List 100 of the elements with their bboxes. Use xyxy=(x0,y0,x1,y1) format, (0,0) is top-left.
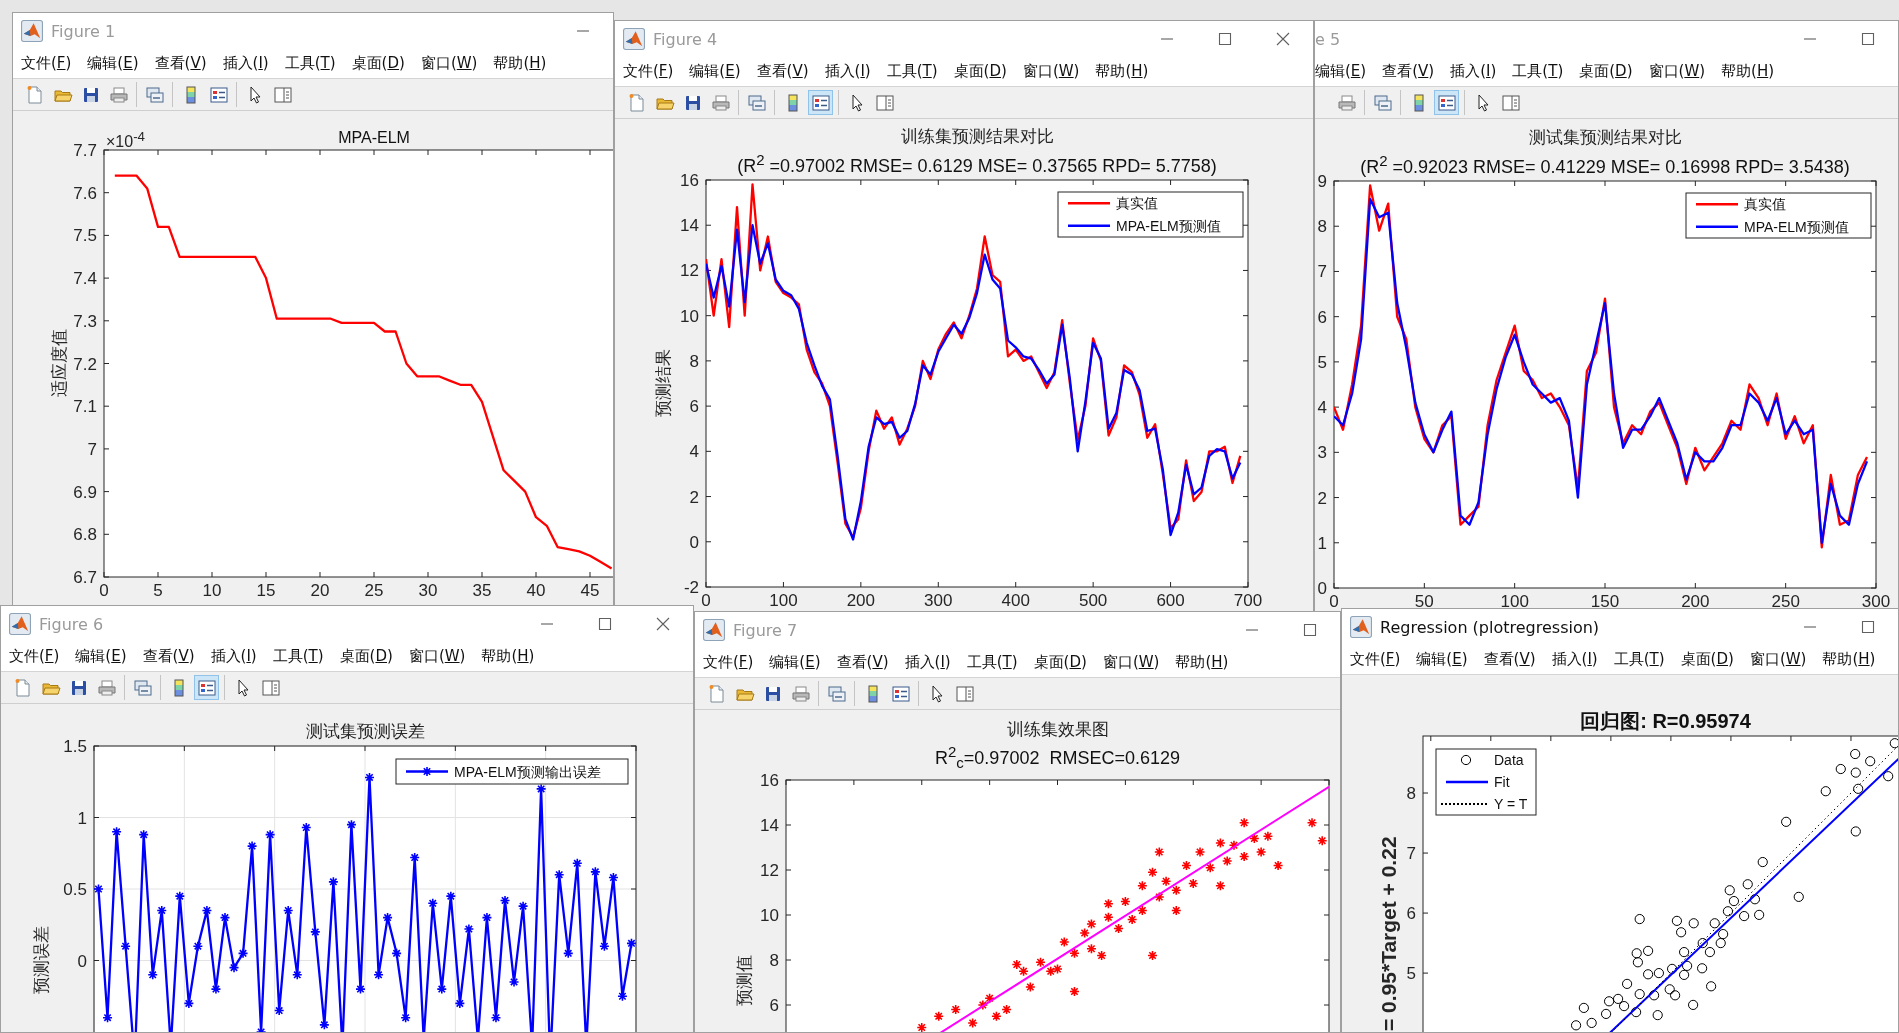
data-point xyxy=(1728,895,1740,907)
minimize-button[interactable] xyxy=(1245,629,1259,631)
data-point xyxy=(1679,969,1690,980)
menu-item[interactable]: 插入(I) xyxy=(210,647,257,666)
data-point xyxy=(1255,846,1267,858)
menu-item[interactable]: 桌面(D) xyxy=(351,54,405,73)
maximize-button[interactable] xyxy=(1861,32,1875,46)
data-point xyxy=(1578,1002,1589,1013)
maximize-button[interactable] xyxy=(1218,32,1232,46)
data-point xyxy=(1850,826,1861,837)
menu-item[interactable]: 帮助(H) xyxy=(481,647,535,666)
menu-item[interactable]: 桌面(D) xyxy=(1680,650,1734,669)
menu-item[interactable]: 查看(V) xyxy=(1382,62,1435,81)
menu-item[interactable]: 窗口(W) xyxy=(1648,62,1706,81)
close-button[interactable] xyxy=(1276,32,1290,46)
maximize-button[interactable] xyxy=(598,617,612,631)
menu-item[interactable]: 桌面(D) xyxy=(1033,653,1087,672)
data-point xyxy=(1570,1020,1582,1031)
menu-item[interactable]: 工具(T) xyxy=(284,54,336,73)
menu-item[interactable]: 帮助(H) xyxy=(1822,650,1876,669)
menu-item[interactable]: 查看(V) xyxy=(154,54,207,73)
menu-item[interactable]: 查看(V) xyxy=(1483,650,1536,669)
minimize-button[interactable] xyxy=(1160,38,1174,40)
tick-label: 200 xyxy=(846,591,876,610)
menu-item[interactable]: 窗口(W) xyxy=(1749,650,1807,669)
legend-icon[interactable] xyxy=(194,675,219,700)
menu-item[interactable]: 文件(F) xyxy=(703,653,754,672)
minimize-button[interactable] xyxy=(540,623,554,625)
axis-label: 适应度值 xyxy=(49,329,69,397)
data-point xyxy=(967,1017,978,1029)
menu-item[interactable]: 文件(F) xyxy=(9,647,60,666)
menu-item[interactable]: 插入(I) xyxy=(222,54,269,73)
minimize-button[interactable] xyxy=(576,30,590,32)
maximize-button[interactable] xyxy=(1861,620,1875,634)
tick-label: 0 xyxy=(689,532,699,552)
menu-item[interactable]: 查看(V) xyxy=(756,62,809,81)
legend-label: Fit xyxy=(1494,774,1510,790)
menu-item[interactable]: 文件(F) xyxy=(623,62,674,81)
legend-label: MPA-ELM预测输出误差 xyxy=(454,763,601,780)
menu-item[interactable]: 文件(F) xyxy=(21,54,72,73)
menu-item[interactable]: 窗口(W) xyxy=(1022,62,1080,81)
data-point xyxy=(984,992,995,1004)
data-point xyxy=(1706,981,1717,992)
menu-item[interactable]: 工具(T) xyxy=(1512,62,1564,81)
menu-item[interactable]: 窗口(W) xyxy=(408,647,466,666)
menu-item[interactable]: 编辑(E) xyxy=(769,653,821,672)
menu-item[interactable]: 插入(I) xyxy=(1450,62,1497,81)
menu-item[interactable]: 插入(I) xyxy=(824,62,871,81)
menu-item[interactable]: 桌面(D) xyxy=(953,62,1007,81)
chart-subtitle: R$^{2}$$_{c}$=0.97002 RMSEC=0.6129 xyxy=(935,742,1180,772)
tick-label: 300 xyxy=(1861,592,1891,611)
menu-item[interactable]: 工具(T) xyxy=(886,62,938,81)
data-point xyxy=(1652,1010,1663,1021)
tick-label: 9 xyxy=(1317,172,1327,191)
legend-icon[interactable] xyxy=(1434,90,1459,115)
tick-label: 7 xyxy=(1406,844,1416,864)
menu-item[interactable]: 查看(V) xyxy=(836,653,889,672)
menu-item[interactable]: 帮助(H) xyxy=(1175,653,1229,672)
menu-item[interactable]: 编辑(E) xyxy=(87,54,139,73)
minimize-button[interactable] xyxy=(1803,38,1817,40)
data-point xyxy=(1653,968,1664,979)
data-point xyxy=(1688,918,1699,929)
tick-label: 7.5 xyxy=(73,226,97,246)
chart-title: 回归图: R=0.95974 xyxy=(1580,708,1751,734)
data-point xyxy=(1103,898,1114,910)
legend-icon[interactable] xyxy=(808,90,833,115)
data-point xyxy=(1069,947,1080,959)
menu-item[interactable]: 编辑(E) xyxy=(1315,62,1367,81)
data-point xyxy=(1613,993,1624,1004)
close-button[interactable] xyxy=(656,617,670,631)
data-point xyxy=(1688,999,1699,1010)
menu-item[interactable]: 插入(I) xyxy=(1551,650,1598,669)
menu-item[interactable]: 文件(F) xyxy=(1350,650,1401,669)
minimize-button[interactable] xyxy=(1803,626,1817,628)
menu-item[interactable]: 桌面(D) xyxy=(339,647,393,666)
tick-label: 0 xyxy=(701,591,711,610)
menu-item[interactable]: 桌面(D) xyxy=(1579,62,1633,81)
menu-item[interactable]: 窗口(W) xyxy=(420,54,478,73)
menu-item[interactable]: 帮助(H) xyxy=(1095,62,1149,81)
menu-item[interactable]: 工具(T) xyxy=(272,647,324,666)
tick-label: 16 xyxy=(760,771,779,790)
menu-item[interactable]: 工具(T) xyxy=(1613,650,1665,669)
menu-item[interactable]: 帮助(H) xyxy=(1721,62,1775,81)
tick-label: 6.8 xyxy=(73,525,97,545)
menu-item[interactable]: 编辑(E) xyxy=(689,62,741,81)
menu-item[interactable]: 窗口(W) xyxy=(1102,653,1160,672)
tick-label: 4 xyxy=(1317,398,1327,418)
menu-item[interactable]: 查看(V) xyxy=(142,647,195,666)
menu-item[interactable]: 插入(I) xyxy=(904,653,951,672)
data-point xyxy=(1025,981,1036,993)
tick-label: 7 xyxy=(87,439,97,459)
tick-label: 5 xyxy=(153,581,163,600)
menu-item[interactable]: 工具(T) xyxy=(966,653,1018,672)
menu-item[interactable]: 编辑(E) xyxy=(1416,650,1468,669)
data-point xyxy=(916,1022,928,1032)
legend-label: Data xyxy=(1494,752,1524,768)
maximize-button[interactable] xyxy=(1303,623,1317,637)
data-point xyxy=(1601,1008,1612,1019)
menu-item[interactable]: 编辑(E) xyxy=(75,647,127,666)
menu-item[interactable]: 帮助(H) xyxy=(493,54,547,73)
